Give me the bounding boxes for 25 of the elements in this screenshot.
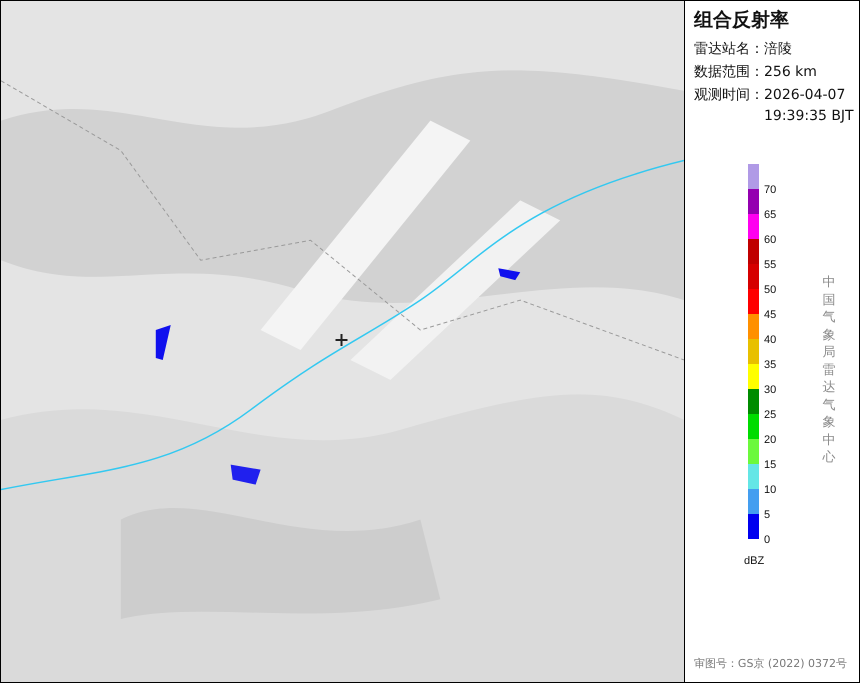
info-value: 涪陵 — [764, 40, 793, 59]
credit-text: 中国气象局雷达气象中心 — [822, 274, 836, 468]
legend-value: 40 — [764, 334, 776, 346]
legend-value: 20 — [764, 434, 776, 446]
info-value: 2026-04-07 19:39:35 BJT — [764, 86, 855, 126]
legend-value: 30 — [764, 384, 776, 396]
legend-value: 15 — [764, 459, 776, 471]
legend-value: 50 — [764, 284, 776, 296]
info-label: 雷达站名： — [694, 40, 764, 59]
legend-value: 60 — [764, 234, 776, 246]
legend-value: 65 — [764, 209, 776, 221]
legend-value: 25 — [764, 409, 776, 421]
legend-value: 70 — [764, 184, 776, 196]
legend-value: 55 — [764, 259, 776, 271]
approval-number: 审图号：GS京 (2022) 0372号 — [694, 656, 847, 672]
legend-value: 45 — [764, 309, 776, 321]
legend-value: 10 — [764, 484, 776, 496]
legend-value: 35 — [764, 359, 776, 371]
legend-unit: dBZ — [744, 554, 766, 569]
info-value: 256 km — [764, 63, 818, 82]
legend-value: 0 — [764, 534, 770, 546]
panel-title: 组合反射率 — [694, 8, 790, 33]
info-label: 观测时间： — [694, 86, 764, 105]
legend-value: 5 — [764, 509, 770, 521]
info-label: 数据范围： — [694, 63, 764, 82]
